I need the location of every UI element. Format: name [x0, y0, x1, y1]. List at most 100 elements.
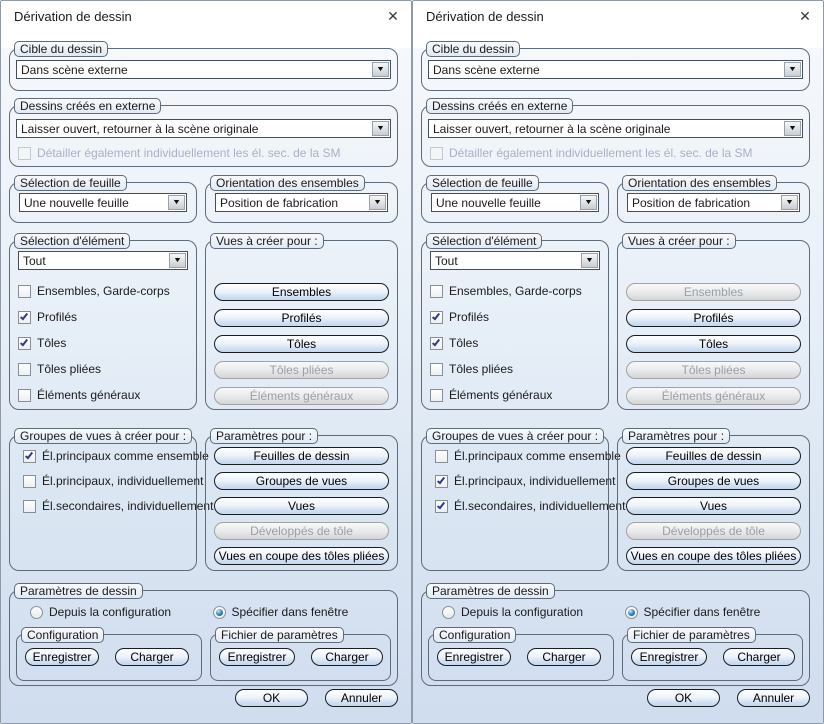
combobox-dropdown-button[interactable]: ▼ — [781, 195, 798, 210]
view-create-button[interactable]: Ensembles — [214, 283, 389, 301]
settings-button[interactable]: Vues en coupe des tôles pliées — [214, 547, 389, 565]
configuration-save-button[interactable]: Enregistrer — [25, 648, 99, 666]
element-type-checkbox[interactable]: Profilés — [430, 310, 600, 324]
externe-combobox[interactable]: Laisser ouvert, retourner à la scène ori… — [428, 119, 803, 138]
combobox-dropdown-button[interactable]: ▼ — [580, 195, 597, 210]
settings-button[interactable]: Vues — [214, 497, 389, 515]
orientation-combobox[interactable]: Position de fabrication ▼ — [627, 193, 800, 212]
combobox-dropdown-button[interactable]: ▼ — [784, 62, 801, 77]
checkbox-box[interactable] — [435, 474, 448, 488]
view-create-button[interactable]: Tôles — [214, 335, 389, 353]
element-type-checkbox[interactable]: Éléments généraux — [430, 388, 600, 402]
checkbox-box[interactable] — [18, 388, 31, 402]
checkbox-box[interactable] — [18, 362, 31, 376]
element-type-checkbox[interactable]: Tôles pliées — [18, 362, 188, 376]
element-type-checkbox[interactable]: Tôles pliées — [430, 362, 600, 376]
radio-specifier-fenetre[interactable]: Spécifier dans fenêtre — [212, 605, 392, 619]
paramfile-save-button[interactable]: Enregistrer — [631, 648, 707, 666]
element-type-checkbox[interactable]: Éléments généraux — [18, 388, 188, 402]
checkbox-box[interactable] — [23, 499, 36, 513]
paramfile-load-button[interactable]: Charger — [311, 648, 383, 666]
element-filter-combobox[interactable]: Tout ▼ — [18, 251, 188, 270]
checkbox-box[interactable] — [430, 362, 443, 376]
cancel-button[interactable]: Annuler — [325, 689, 398, 707]
radio-label: Spécifier dans fenêtre — [643, 605, 761, 619]
checkbox-box[interactable] — [23, 449, 36, 463]
combobox-dropdown-button[interactable]: ▼ — [369, 195, 386, 210]
view-create-button[interactable]: Profilés — [214, 309, 389, 327]
paramfile-save-button[interactable]: Enregistrer — [219, 648, 295, 666]
cible-combobox[interactable]: Dans scène externe ▼ — [16, 60, 391, 79]
settings-button[interactable]: Vues en coupe des tôles pliées — [626, 547, 801, 565]
combobox-dropdown-button[interactable]: ▼ — [784, 121, 801, 136]
checkbox-box[interactable] — [430, 284, 443, 298]
settings-button[interactable]: Groupes de vues — [214, 472, 389, 490]
checkbox-box[interactable] — [18, 336, 31, 350]
view-create-button[interactable]: Profilés — [626, 309, 801, 327]
view-group-checkbox[interactable]: Él.secondaires, individuellement — [23, 499, 213, 513]
view-create-button[interactable]: Tôles pliées — [626, 361, 801, 379]
group-label: Orientation des ensembles — [210, 175, 365, 191]
view-create-button[interactable]: Éléments généraux — [626, 387, 801, 405]
checkbox-box[interactable] — [18, 310, 31, 324]
configuration-load-button[interactable]: Charger — [115, 648, 189, 666]
view-create-button[interactable]: Ensembles — [626, 283, 801, 301]
dialog-window-left: Dérivation de dessin ✕ Cible du dessin D… — [0, 0, 412, 724]
checkbox-box[interactable] — [23, 474, 36, 488]
cancel-button[interactable]: Annuler — [737, 689, 810, 707]
view-create-button[interactable]: Éléments généraux — [214, 387, 389, 405]
ok-button[interactable]: OK — [647, 689, 720, 707]
view-group-checkbox[interactable]: Él.secondaires, individuellement — [435, 499, 625, 513]
checkbox-box[interactable] — [430, 388, 443, 402]
close-button[interactable]: ✕ — [375, 1, 411, 31]
settings-button[interactable]: Développés de tôle — [626, 522, 801, 540]
combobox-dropdown-button[interactable]: ▼ — [581, 253, 598, 268]
feuille-combobox[interactable]: Une nouvelle feuille ▼ — [431, 193, 599, 212]
view-group-checkbox[interactable]: Él.principaux, individuellement — [435, 474, 615, 488]
combobox-dropdown-button[interactable]: ▼ — [372, 62, 389, 77]
element-filter-combobox[interactable]: Tout ▼ — [430, 251, 600, 270]
view-create-button[interactable]: Tôles pliées — [214, 361, 389, 379]
radio-depuis-configuration[interactable]: Depuis la configuration — [442, 605, 616, 619]
element-type-checkbox[interactable]: Tôles — [18, 336, 188, 350]
settings-button[interactable]: Développés de tôle — [214, 522, 389, 540]
radio-specifier-fenetre[interactable]: Spécifier dans fenêtre — [624, 605, 804, 619]
group-parametres-pour: Paramètres pour : Feuilles de dessin Gro… — [617, 428, 810, 571]
checkbox-box[interactable] — [435, 449, 448, 463]
combobox-dropdown-button[interactable]: ▼ — [169, 253, 186, 268]
configuration-load-button[interactable]: Charger — [527, 648, 601, 666]
configuration-save-button[interactable]: Enregistrer — [437, 648, 511, 666]
close-button[interactable]: ✕ — [787, 1, 823, 31]
view-group-checkbox[interactable]: Él.principaux comme ensemble — [435, 449, 621, 463]
combobox-dropdown-button[interactable]: ▼ — [168, 195, 185, 210]
orientation-combobox[interactable]: Position de fabrication ▼ — [215, 193, 388, 212]
titlebar[interactable]: Dérivation de dessin ✕ — [413, 1, 823, 31]
externe-combobox[interactable]: Laisser ouvert, retourner à la scène ori… — [16, 119, 391, 138]
checkbox-box[interactable] — [18, 284, 31, 298]
titlebar[interactable]: Dérivation de dessin ✕ — [1, 1, 411, 31]
settings-button[interactable]: Feuilles de dessin — [626, 447, 801, 465]
checkbox-label: Tôles pliées — [37, 362, 102, 376]
view-group-checkbox[interactable]: Él.principaux, individuellement — [23, 474, 203, 488]
element-type-checkbox[interactable]: Ensembles, Garde-corps — [430, 284, 600, 298]
element-type-checkbox[interactable]: Tôles — [430, 336, 600, 350]
view-group-checkbox[interactable]: Él.principaux comme ensemble — [23, 449, 209, 463]
checkbox-box[interactable] — [430, 336, 443, 350]
ok-button[interactable]: OK — [235, 689, 308, 707]
checkbox-box[interactable] — [435, 499, 448, 513]
element-type-checkbox[interactable]: Ensembles, Garde-corps — [18, 284, 188, 298]
combobox-dropdown-button[interactable]: ▼ — [372, 121, 389, 136]
view-create-button[interactable]: Tôles — [626, 335, 801, 353]
feuille-combobox[interactable]: Une nouvelle feuille ▼ — [19, 193, 187, 212]
settings-button[interactable]: Vues — [626, 497, 801, 515]
radio-circle-icon — [30, 605, 43, 619]
radio-depuis-configuration[interactable]: Depuis la configuration — [30, 605, 204, 619]
group-groupes-de-vues: Groupes de vues à créer pour : Él.princi… — [421, 428, 625, 571]
element-type-checkbox[interactable]: Profilés — [18, 310, 188, 324]
settings-button[interactable]: Groupes de vues — [626, 472, 801, 490]
settings-button[interactable]: Feuilles de dessin — [214, 447, 389, 465]
cible-combobox[interactable]: Dans scène externe ▼ — [428, 60, 803, 79]
checkbox-label: Él.secondaires, individuellement — [454, 499, 626, 513]
checkbox-box[interactable] — [430, 310, 443, 324]
paramfile-load-button[interactable]: Charger — [723, 648, 795, 666]
